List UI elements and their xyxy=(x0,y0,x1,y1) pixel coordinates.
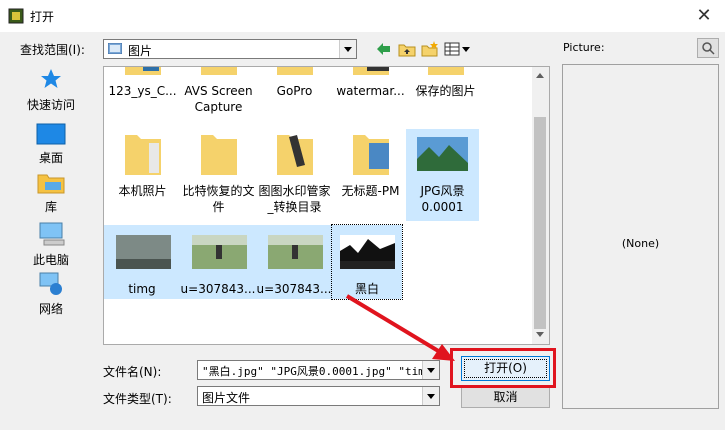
folder-icon xyxy=(125,67,161,75)
place-label: 快速访问 xyxy=(26,98,75,112)
lookin-label: 查找范围(I): xyxy=(20,43,85,57)
library-icon xyxy=(37,174,65,194)
filename-field[interactable]: "黑白.jpg" "JPG风景0.0001.jpg" "timg.jpg" xyxy=(197,360,440,380)
place-label: 网络 xyxy=(38,302,63,316)
filename-value: "黑白.jpg" "JPG风景0.0001.jpg" "timg.jpg" xyxy=(202,365,440,378)
desktop-icon xyxy=(36,123,66,145)
image-thumbnail xyxy=(268,235,323,269)
chevron-down-icon[interactable] xyxy=(422,387,439,405)
filename-label: 文件名(N): xyxy=(103,365,162,379)
preview-pane: (None) xyxy=(562,64,719,409)
file-name: u=307843... xyxy=(256,282,332,296)
filetype-select[interactable]: 图片文件 xyxy=(197,386,440,406)
folder-icon xyxy=(201,67,237,75)
annotation-highlight-box xyxy=(450,348,556,388)
filetype-label: 文件类型(T): xyxy=(103,392,172,406)
file-tile[interactable]: u=307843... xyxy=(180,225,256,299)
file-tile[interactable]: 图图水印管家_转换目录 xyxy=(258,129,331,221)
file-tile[interactable]: 保存的图片 xyxy=(409,67,482,121)
file-name: watermar... xyxy=(336,84,405,98)
image-thumbnail xyxy=(340,235,395,269)
image-thumbnail xyxy=(192,235,247,269)
close-button[interactable]: ✕ xyxy=(690,4,718,28)
file-tile[interactable]: JPG风景0.0001 xyxy=(406,129,479,221)
star-icon xyxy=(41,69,61,88)
magnifier-icon xyxy=(702,42,715,55)
view-menu-icon[interactable] xyxy=(444,40,472,58)
chevron-down-icon[interactable] xyxy=(422,361,439,379)
folder-icon xyxy=(125,135,161,175)
file-list[interactable]: 123_ys_C... AVS Screen Capture GoPro wat… xyxy=(103,66,550,345)
file-tile[interactable]: 比特恢复的文件 xyxy=(182,129,255,221)
place-label: 此电脑 xyxy=(32,253,69,267)
file-name: GoPro xyxy=(276,84,313,98)
place-label: 库 xyxy=(44,200,57,214)
file-tile[interactable]: 无标题-PM xyxy=(334,129,407,221)
computer-icon xyxy=(39,222,65,246)
folder-icon xyxy=(277,135,313,175)
file-name: 黑白 xyxy=(354,282,379,296)
file-name: 本机照片 xyxy=(118,184,167,198)
place-label: 桌面 xyxy=(38,151,63,165)
up-folder-icon[interactable] xyxy=(398,40,416,58)
file-tile[interactable]: 123_ys_C... xyxy=(106,67,179,121)
title-bar: 打开 ✕ xyxy=(0,0,725,32)
place-quick-access[interactable]: 快速访问 xyxy=(20,66,82,118)
file-tile[interactable]: timg xyxy=(104,225,180,299)
file-name: 图图水印管家_转换目录 xyxy=(258,184,331,214)
new-folder-icon[interactable] xyxy=(421,40,439,58)
place-this-pc[interactable]: 此电脑 xyxy=(20,221,82,267)
window-title: 打开 xyxy=(30,10,55,24)
file-name: timg xyxy=(128,282,156,296)
folder-icon xyxy=(428,67,464,75)
file-name: 123_ys_C... xyxy=(108,84,177,98)
folder-icon xyxy=(201,135,237,175)
filetype-value: 图片文件 xyxy=(202,391,251,405)
scroll-up-icon[interactable] xyxy=(536,73,544,78)
place-network[interactable]: 网络 xyxy=(20,272,82,318)
file-tile[interactable]: AVS Screen Capture xyxy=(182,67,255,121)
file-tile[interactable]: watermar... xyxy=(334,67,407,121)
network-icon xyxy=(39,272,62,295)
cancel-button[interactable]: 取消 xyxy=(461,385,550,408)
file-tile[interactable]: 黑白 xyxy=(331,224,403,300)
lookin-combo[interactable]: 图片 xyxy=(103,39,357,59)
chevron-down-icon[interactable] xyxy=(339,40,356,58)
image-thumbnail xyxy=(116,235,171,269)
scroll-down-icon[interactable] xyxy=(536,332,544,337)
folder-icon xyxy=(277,67,313,75)
file-tile[interactable]: GoPro xyxy=(258,67,331,121)
pictures-folder-icon xyxy=(108,43,122,54)
file-name: u=307843... xyxy=(180,282,256,296)
preview-toggle-button[interactable] xyxy=(697,38,719,58)
file-name: 比特恢复的文件 xyxy=(182,184,255,214)
image-thumbnail xyxy=(417,137,468,171)
folder-icon xyxy=(353,135,389,175)
lookin-value: 图片 xyxy=(128,44,153,58)
file-name: JPG风景0.0001 xyxy=(420,184,465,214)
file-name: 保存的图片 xyxy=(415,84,476,98)
file-name: AVS Screen Capture xyxy=(184,84,253,114)
preview-label: Picture: xyxy=(563,41,605,54)
vertical-scrollbar[interactable] xyxy=(532,67,549,344)
preview-empty-text: (None) xyxy=(621,237,660,250)
file-name: 无标题-PM xyxy=(341,184,400,198)
scrollbar-thumb[interactable] xyxy=(534,117,546,329)
folder-icon xyxy=(353,67,389,75)
place-library[interactable]: 库 xyxy=(20,170,82,216)
file-tile[interactable]: 本机照片 xyxy=(106,129,179,221)
back-icon[interactable] xyxy=(375,40,393,58)
file-tile[interactable]: u=307843... xyxy=(256,225,332,299)
place-desktop[interactable]: 桌面 xyxy=(20,122,82,168)
app-icon xyxy=(8,8,24,24)
